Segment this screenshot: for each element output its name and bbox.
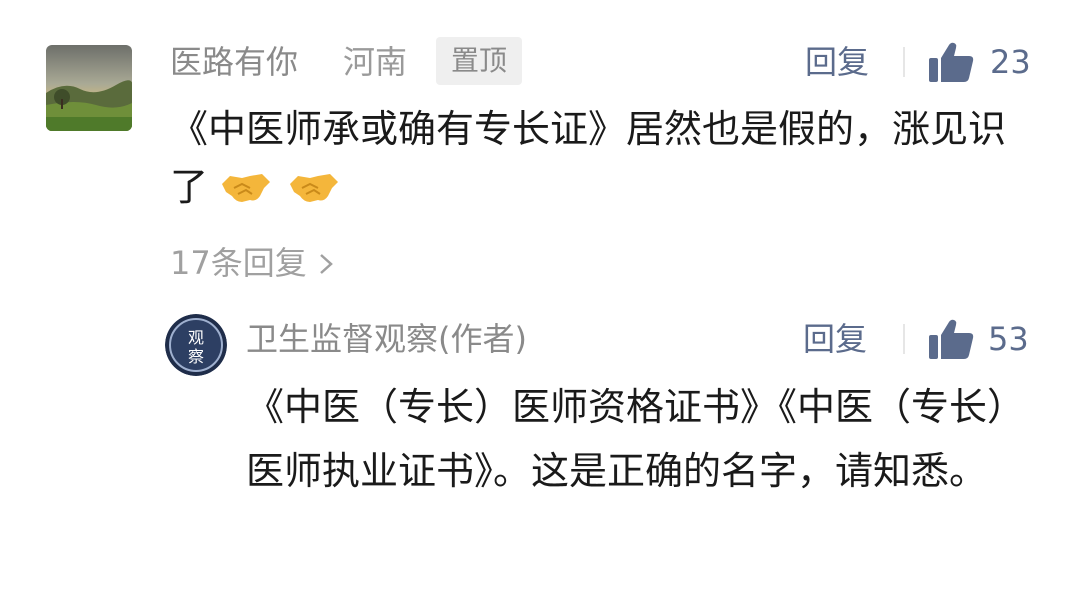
thumbs-up-icon[interactable] [929,319,975,359]
view-replies-link[interactable]: 17条回复 [170,241,335,285]
comment-text: 《中医师承或确有专长证》居然也是假的，涨见识了 [170,100,1010,224]
reply-text: 《中医（专长）医师资格证书》《中医（专长）医师执业证书》。这是正确的名字，请知悉… [246,385,1007,493]
landscape-avatar-image [46,45,132,131]
author-name[interactable]: 卫生监督观察(作者) [246,317,527,361]
divider [903,47,905,77]
pinned-badge: 置顶 [436,37,522,85]
avatar-logo-text: 察 [188,347,204,366]
avatar-logo-text: 观 [188,328,204,347]
chevron-right-icon [320,254,333,274]
reply-button[interactable]: 回复 [803,317,867,361]
handshake-icon [222,174,271,202]
reply-count-label: 17条回复 [170,244,307,282]
like-count: 23 [990,43,1031,81]
like-count: 53 [988,320,1029,358]
divider [903,324,905,354]
avatar[interactable] [46,45,132,131]
commenter-name[interactable]: 医路有你 [170,40,298,84]
handshake-icon [290,174,339,202]
handshake-emoji-group [220,166,344,224]
thumbs-up-icon[interactable] [929,42,975,82]
author-avatar[interactable]: 观 察 [165,314,227,376]
commenter-region: 河南 [343,43,408,81]
reply-button[interactable]: 回复 [805,40,869,84]
